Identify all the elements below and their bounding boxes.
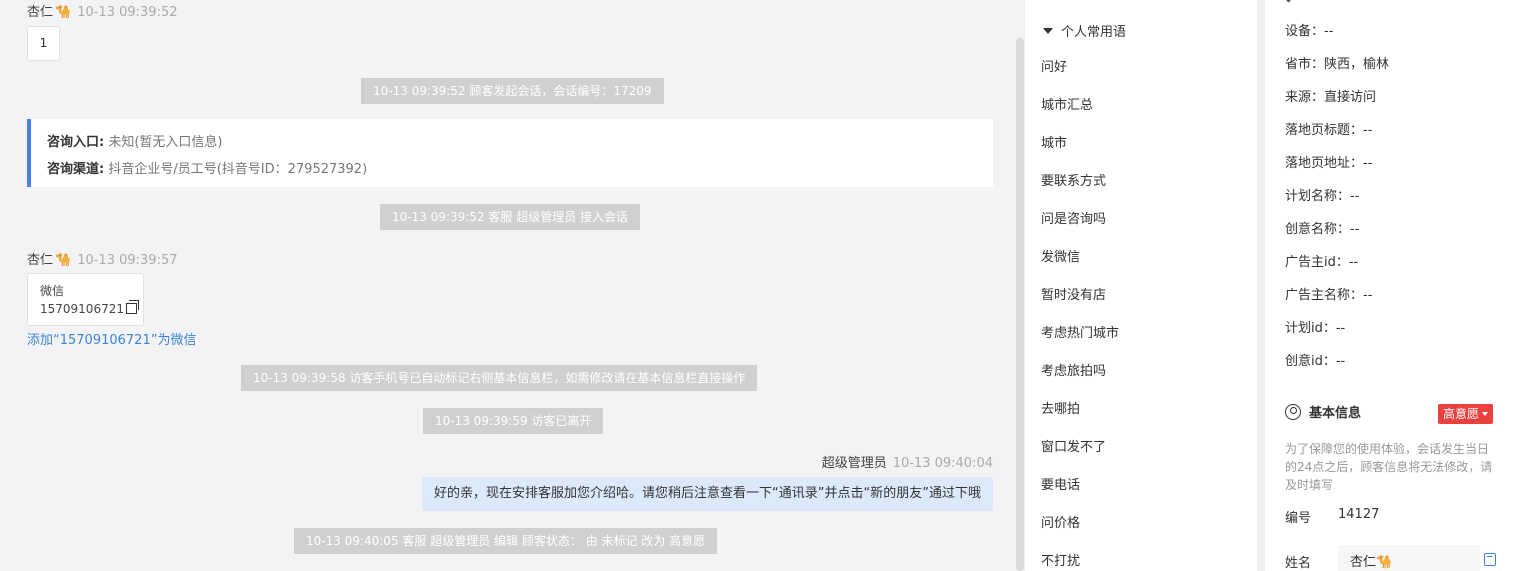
add-wechat-link[interactable]: 添加“15709106721”为微信 xyxy=(27,329,196,348)
consult-entry-value: 未知(暂无入口信息) xyxy=(108,135,223,150)
phrase-item[interactable]: 窗口发不了 xyxy=(1041,436,1106,460)
customer-number-row: 编号 14127 xyxy=(1285,507,1379,526)
chat-scrollbar[interactable] xyxy=(1016,38,1024,571)
customer-number-value: 14127 xyxy=(1338,507,1380,522)
phrase-item[interactable]: 城市汇总 xyxy=(1041,94,1093,118)
intent-status-label: 高意愿 xyxy=(1443,407,1480,421)
quick-phrases-panel: 个人常用语 问好 城市汇总 城市 要联系方式 问是咨询吗 发微信 暂时没有店 考… xyxy=(1025,0,1257,571)
caret-down-icon xyxy=(1482,412,1489,416)
phrase-item[interactable]: 要电话 xyxy=(1041,474,1080,498)
caret-down-icon xyxy=(1043,28,1053,34)
phrase-item[interactable]: 考虑旅拍吗 xyxy=(1041,360,1106,384)
camel-emoji-icon: 🐪 xyxy=(55,5,72,20)
customer-name-label: 姓名 xyxy=(1285,556,1312,571)
system-message-session-start: 10-13 09:39:52 顾客发起会话，会话编号：17209 xyxy=(361,78,664,104)
wechat-number: 15709106721 xyxy=(40,302,124,316)
info-creative-id: 创意id：-- xyxy=(1285,354,1346,369)
edit-notice: 为了保障您的使用体验，会话发生当日的24点之后，顾客信息将无法修改，请及时填写 xyxy=(1285,442,1493,492)
consult-entry-card: 咨询入口: 未知(暂无入口信息) 咨询渠道: 抖音企业号/员工号(抖音号ID：2… xyxy=(27,119,993,187)
intent-status-dropdown[interactable]: 高意愿 xyxy=(1438,404,1494,424)
panel-divider xyxy=(1257,0,1265,571)
message-time: 10-13 09:39:57 xyxy=(77,253,178,268)
phrase-item[interactable]: 不打扰 xyxy=(1041,550,1080,571)
phrase-item[interactable]: 城市 xyxy=(1041,132,1067,156)
agent-header: 超级管理员 10-13 09:40:04 xyxy=(822,452,993,471)
info-advertiser-id: 广告主id：-- xyxy=(1285,255,1359,270)
phrase-item[interactable]: 去哪拍 xyxy=(1041,398,1080,422)
phrase-item[interactable]: 要联系方式 xyxy=(1041,170,1106,194)
info-device: 设备：-- xyxy=(1285,24,1334,39)
info-landing-url: 落地页地址：-- xyxy=(1285,156,1373,171)
visitor-name: 杏仁 xyxy=(27,253,54,268)
visitor-name: 杏仁 xyxy=(27,5,54,20)
phrase-item[interactable]: 问价格 xyxy=(1041,512,1080,536)
message-time: 10-13 09:39:52 xyxy=(77,5,178,20)
info-landing-title: 落地页标题：-- xyxy=(1285,123,1373,138)
consult-channel-label: 咨询渠道: xyxy=(47,162,105,177)
phrase-item[interactable]: 考虑热门城市 xyxy=(1041,322,1119,346)
user-circle-icon xyxy=(1285,404,1301,420)
system-message-visitor-left: 10-13 09:39:59 访客已离开 xyxy=(423,408,604,434)
copy-icon[interactable] xyxy=(125,300,139,314)
phrases-group-header[interactable]: 个人常用语 xyxy=(1043,21,1126,40)
consult-entry-label: 咨询入口: xyxy=(47,135,105,150)
consult-entry-row: 咨询入口: 未知(暂无入口信息) xyxy=(47,129,977,156)
phrase-item[interactable]: 问好 xyxy=(1041,56,1067,80)
visitor-message-bubble: 1 xyxy=(27,26,60,61)
message-time: 10-13 09:40:04 xyxy=(892,456,993,471)
agent-name: 超级管理员 xyxy=(821,456,887,471)
phrase-item[interactable]: 暂时没有店 xyxy=(1041,284,1106,308)
phrases-group-title: 个人常用语 xyxy=(1061,25,1127,40)
info-creative-name: 创意名称：-- xyxy=(1285,222,1360,237)
phrase-item[interactable]: 问是咨询吗 xyxy=(1041,208,1106,232)
wechat-card-title: 微信 xyxy=(40,284,65,298)
phrase-item[interactable]: 发微信 xyxy=(1041,246,1080,270)
info-province-city: 省市：陕西，榆林 xyxy=(1285,57,1390,72)
wechat-card: 微信 15709106721 xyxy=(27,273,144,326)
camel-emoji-icon: 🐪 xyxy=(55,253,72,268)
customer-name-field[interactable]: 杏仁🐪 xyxy=(1338,545,1480,571)
info-plan-name: 计划名称：-- xyxy=(1285,189,1360,204)
chat-panel[interactable]: 杏仁 🐪 10-13 09:39:52 1 10-13 09:39:52 顾客发起会… xyxy=(0,0,1025,571)
wechat-card-number-row: 15709106721 xyxy=(40,300,139,318)
info-advertiser-name: 广告主名称：-- xyxy=(1285,288,1373,303)
consult-channel-row: 咨询渠道: 抖音企业号/员工号(抖音号ID：279527392) xyxy=(47,156,977,183)
copy-icon[interactable] xyxy=(1484,553,1496,566)
customer-number-label: 编号 xyxy=(1285,511,1312,526)
visitor-header: 杏仁 🐪 10-13 09:39:52 xyxy=(27,1,178,20)
agent-message-bubble: 好的亲，现在安排客服加您介绍哈。请您稍后注意查看一下“通讯录”并点击“新的朋友”… xyxy=(422,477,993,511)
visitor-info-panel: 设备：-- 省市：陕西，榆林 来源：直接访问 落地页标题：-- 落地页地址：--… xyxy=(1265,0,1513,571)
system-message-phone-tagged: 10-13 09:39:58 访客手机号已自动标记右侧基本信息栏，如需修改请在基… xyxy=(241,365,758,391)
visitor-header: 杏仁 🐪 10-13 09:39:57 xyxy=(27,249,178,268)
info-source: 来源：直接访问 xyxy=(1285,90,1377,105)
basic-info-title: 基本信息 xyxy=(1285,404,1361,424)
system-message-status-change: 10-13 09:40:05 客服 超级管理员 编辑 顾客状态： 由 未标记 改… xyxy=(294,528,718,554)
basic-info-title-text: 基本信息 xyxy=(1309,406,1362,421)
system-message-agent-join: 10-13 09:39:52 客服 超级管理员 接入会话 xyxy=(380,204,641,230)
info-plan-id: 计划id：-- xyxy=(1285,321,1346,336)
chevron-down-icon[interactable] xyxy=(1283,0,1294,3)
consult-channel-value: 抖音企业号/员工号(抖音号ID：279527392) xyxy=(108,162,368,177)
